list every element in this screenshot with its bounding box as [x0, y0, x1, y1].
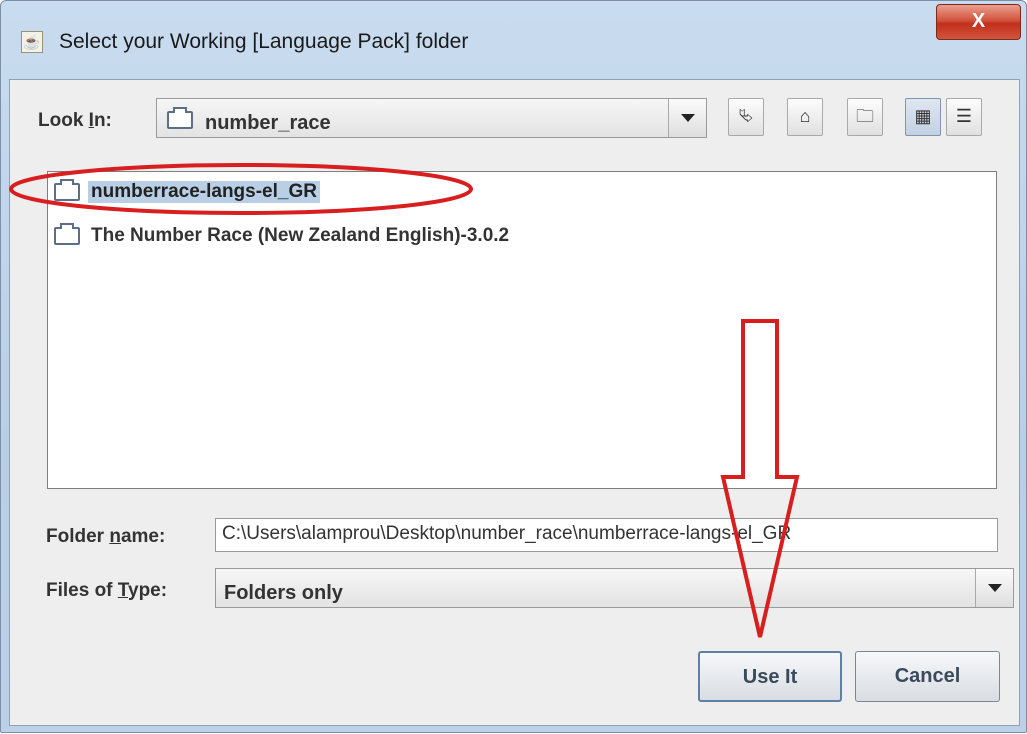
new-folder-button[interactable]: 🗀: [847, 98, 883, 136]
look-in-combobox[interactable]: number_race: [156, 98, 707, 138]
look-in-value: number_race: [205, 112, 331, 134]
file-chooser-dialog: ☕ Select your Working [Language Pack] fo…: [0, 0, 1027, 733]
file-list[interactable]: numberrace-langs-el_GR The Number Race (…: [47, 171, 997, 489]
dialog-content: Look In: number_race ⮱ ⌂ 🗀 ▦ ☰ numberrac…: [9, 79, 1020, 726]
folder-icon: [54, 179, 80, 201]
title-bar[interactable]: ☕ Select your Working [Language Pack] fo…: [1, 1, 1026, 79]
folder-name-label: Folder name:: [46, 526, 166, 547]
chevron-down-icon[interactable]: [975, 569, 1013, 607]
list-item-label: numberrace-langs-el_GR: [88, 181, 320, 203]
folder-name-input[interactable]: C:\Users\alamprou\Desktop\number_race\nu…: [215, 518, 998, 552]
files-of-type-combobox[interactable]: Folders only: [215, 568, 1014, 608]
details-view-button[interactable]: ☰: [946, 98, 982, 136]
new-folder-icon: 🗀: [856, 106, 874, 126]
use-it-button[interactable]: Use It: [698, 651, 842, 702]
up-one-level-icon: ⮱: [738, 106, 754, 126]
chevron-down-icon[interactable]: [668, 99, 706, 137]
java-icon: ☕: [21, 31, 43, 53]
up-one-level-button[interactable]: ⮱: [728, 98, 764, 136]
close-button[interactable]: X: [936, 4, 1021, 40]
details-view-icon: ☰: [955, 106, 973, 126]
files-of-type-value: Folders only: [224, 582, 343, 604]
list-item-label: The Number Race (New Zealand English)-3.…: [91, 225, 510, 246]
cancel-button[interactable]: Cancel: [855, 651, 1000, 702]
look-in-label: Look In:: [38, 110, 112, 131]
home-icon: ⌂: [799, 106, 811, 126]
list-view-icon: ▦: [914, 106, 932, 126]
folder-icon: [167, 107, 193, 129]
files-of-type-label: Files of Type:: [46, 580, 168, 601]
window-title: Select your Working [Language Pack] fold…: [59, 30, 469, 53]
list-view-button[interactable]: ▦: [905, 98, 941, 136]
folder-icon: [54, 223, 80, 245]
home-button[interactable]: ⌂: [787, 98, 823, 136]
